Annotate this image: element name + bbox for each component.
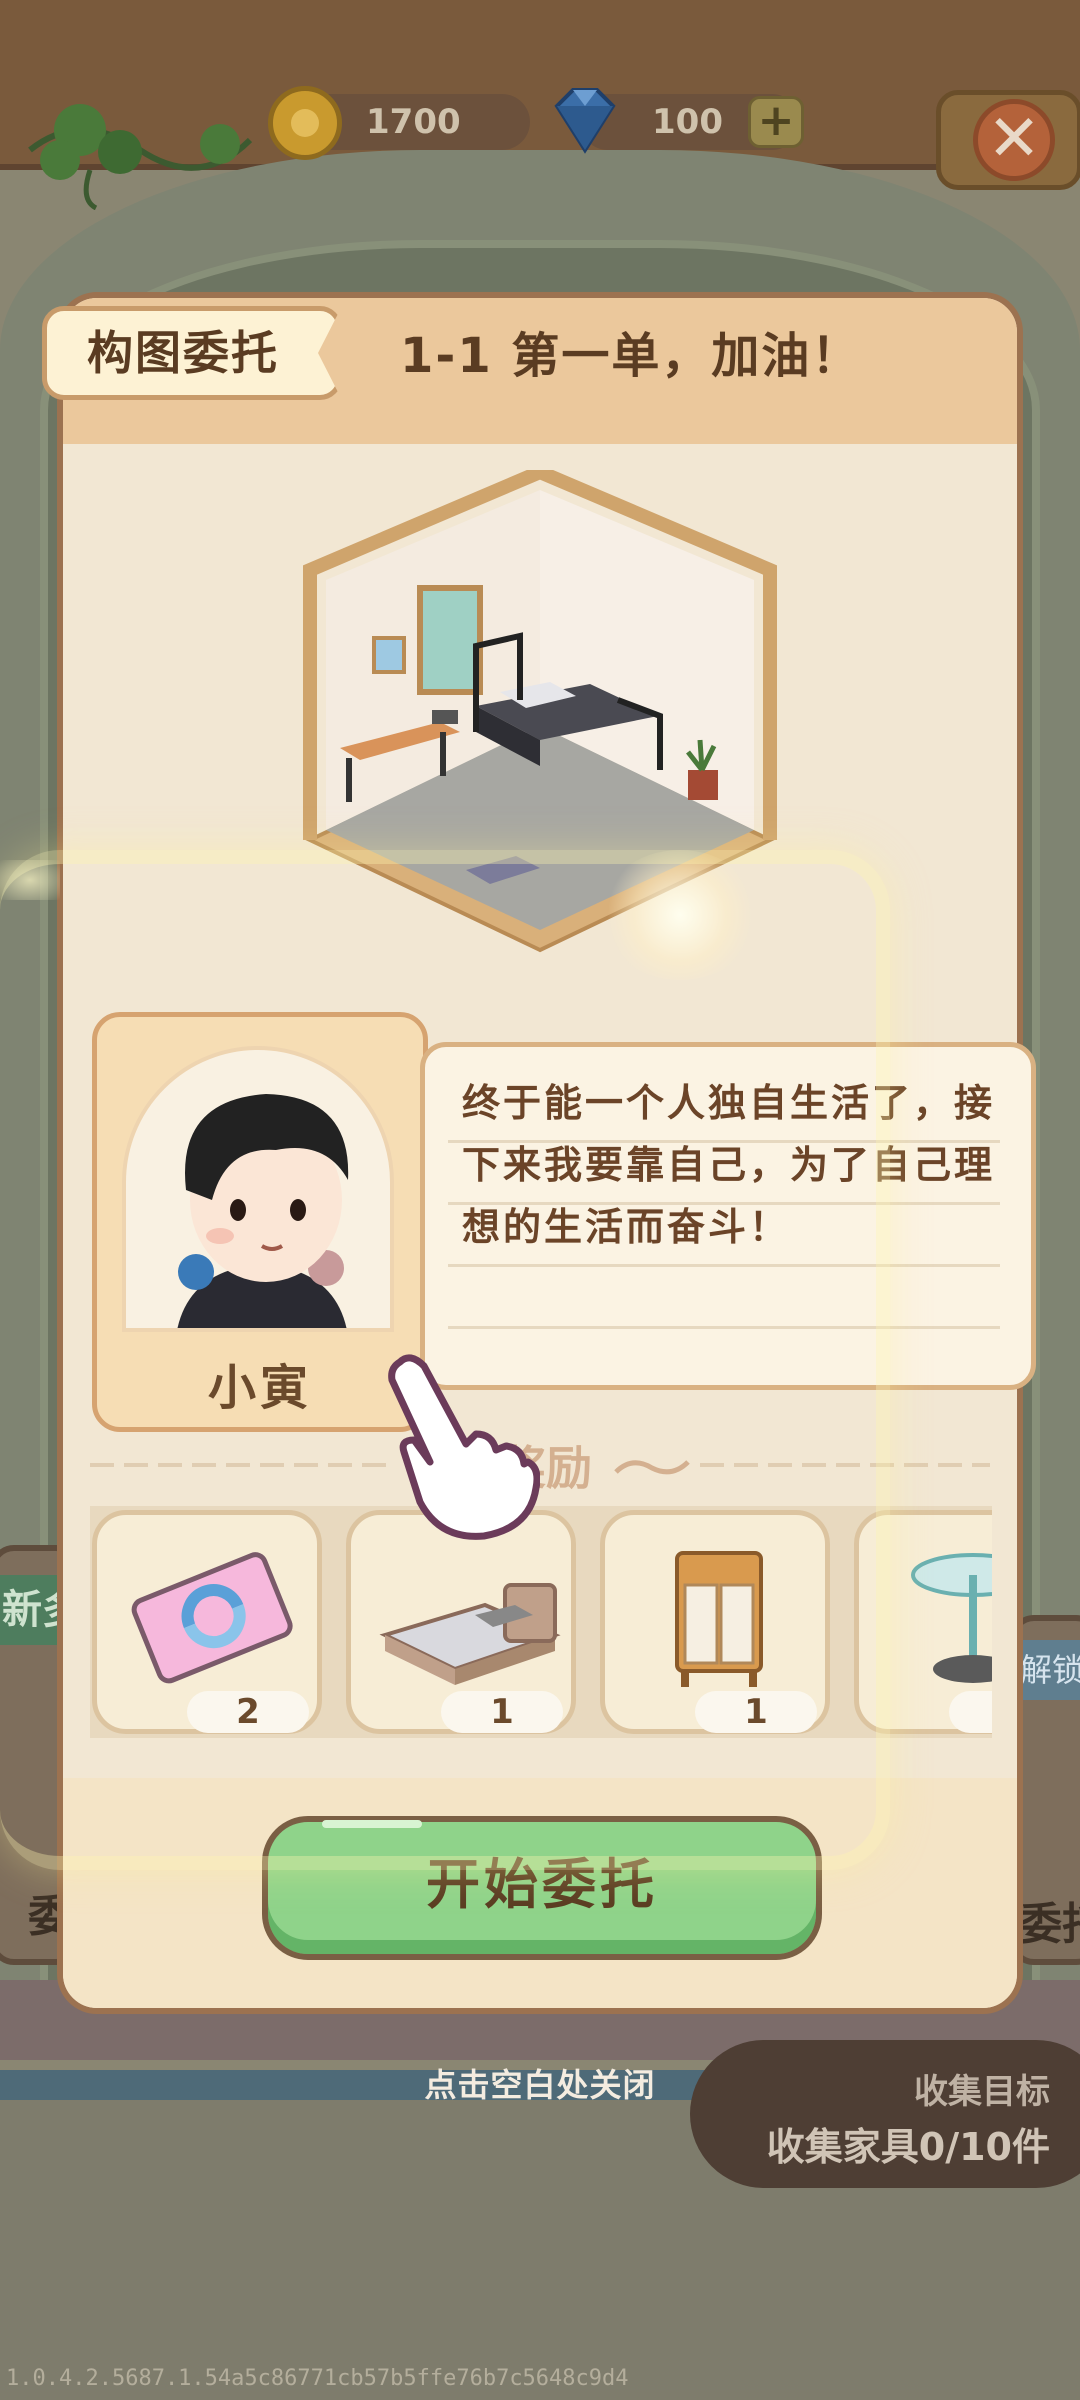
glow-flare [0, 860, 60, 900]
rewards-divider-left [90, 1463, 390, 1467]
background-right-tag: 解锁 [1016, 1640, 1080, 1700]
version-string: 1.0.4.2.5687.1.54a5c86771cb57b5ffe76b7c5… [6, 2366, 629, 2391]
coin-amount: 1700 [366, 102, 461, 142]
reward-item-ticket[interactable]: 2 [92, 1510, 322, 1734]
rewards-divider-right [700, 1463, 990, 1467]
close-icon: ✕ [973, 99, 1055, 181]
reward-item-cabinet[interactable]: 1 [600, 1510, 830, 1734]
ticket-icon [131, 1552, 293, 1684]
close-button[interactable]: ✕ [936, 90, 1080, 190]
gem-amount: 100 [652, 102, 723, 142]
diamond-icon [554, 88, 616, 154]
vine-decoration-icon [28, 104, 253, 210]
collect-goal-title: 收集目标 [914, 2072, 1050, 2112]
bed-icon [379, 1583, 561, 1685]
reward-item-side-table[interactable] [854, 1510, 992, 1734]
collect-goal-progress: 收集家具0/10件 [766, 2125, 1050, 2169]
cat-coin-icon [268, 86, 342, 160]
tap-to-close-hint[interactable]: 点击空白处关闭 [380, 2060, 700, 2106]
pointing-hand-icon [388, 1354, 540, 1540]
sparkle-effect [600, 850, 760, 980]
reward-count: 1 [695, 1691, 817, 1733]
button-shine [322, 1820, 422, 1828]
reward-count: 1 [441, 1691, 563, 1733]
character-speech: 终于能一个人独自生活了，接下来我要靠自己，为了自己理想的生活而奋斗！ [462, 1081, 996, 1249]
cabinet-icon [675, 1551, 763, 1687]
add-gems-button[interactable]: + [748, 96, 804, 148]
background-right-text: 委托 [1018, 1899, 1080, 1950]
reward-count: 2 [187, 1691, 309, 1733]
dialog-title: 1-1 第一单，加油！ [400, 328, 862, 384]
bubble-rule [448, 1326, 1000, 1329]
character-name: 小寅 [207, 1360, 312, 1416]
character-portrait [122, 1046, 394, 1332]
dialog-tag: 构图委托 [42, 306, 342, 400]
rewards-strip[interactable]: 2 1 1 [90, 1506, 992, 1738]
character-avatar-icon [177, 1094, 349, 1328]
bubble-rule [448, 1264, 1000, 1267]
reward-item-bed[interactable]: 1 [346, 1510, 576, 1734]
start-commission-button[interactable]: 开始委托 [262, 1816, 822, 1960]
swirl-ornament-icon [614, 1460, 690, 1475]
side-table-icon [911, 1553, 992, 1683]
reward-count [949, 1691, 992, 1733]
